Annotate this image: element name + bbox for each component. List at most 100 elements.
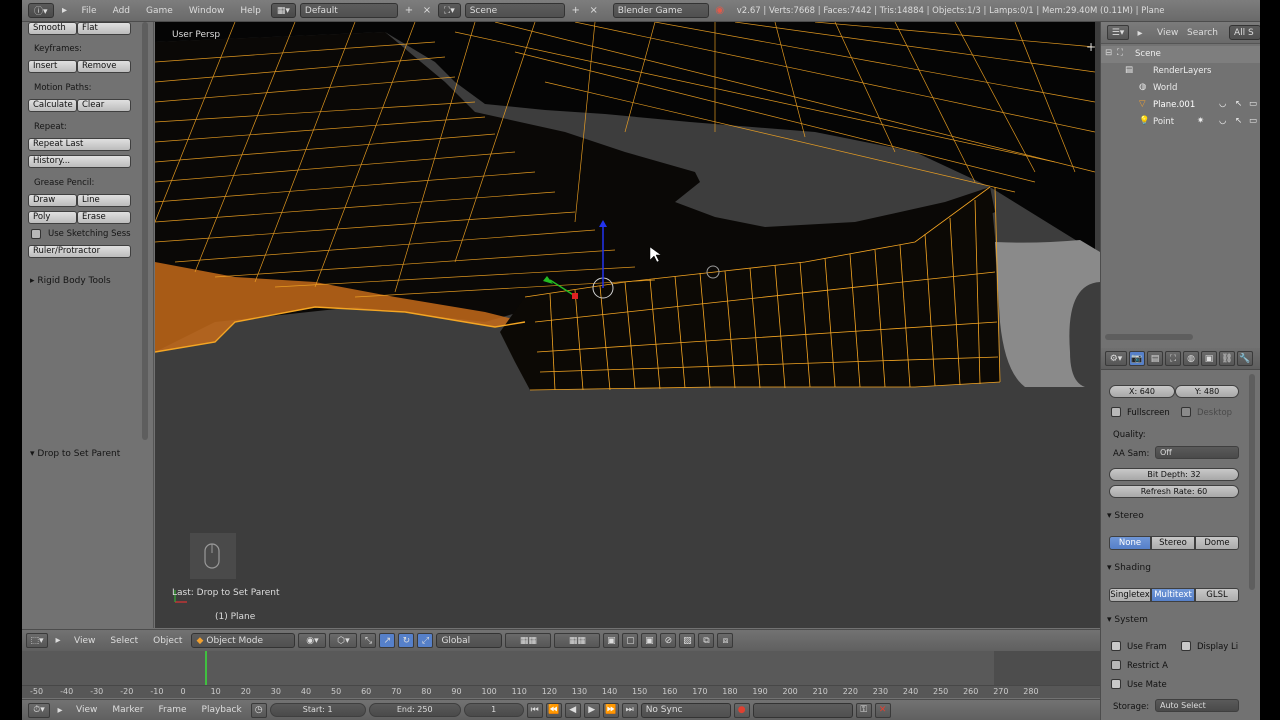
aa-samples-select[interactable]: Off <box>1155 446 1239 459</box>
shading-multitext-button[interactable]: Multitext <box>1151 588 1195 602</box>
prev-key-icon[interactable]: ⏪ <box>545 702 562 718</box>
object-tab-icon[interactable]: ▣ <box>1201 351 1217 366</box>
outliner-item-plane[interactable]: ▽ Plane.001 ◡ ↖ ▭ <box>1101 97 1260 114</box>
constraints-tab-icon[interactable]: ⛓ <box>1219 351 1235 366</box>
ruler-button[interactable]: Ruler/Protractor <box>28 245 131 258</box>
play-reverse-icon[interactable]: ◀ <box>564 702 581 718</box>
manipulator-toggle-icon[interactable]: ⤡ <box>360 633 377 648</box>
restrict-a-checkbox[interactable] <box>1111 660 1121 670</box>
sketching-checkbox[interactable] <box>31 229 41 239</box>
snap-element-icon[interactable]: ▨ <box>679 633 696 648</box>
start-frame-field[interactable]: Start: 1 <box>269 703 366 717</box>
storage-select[interactable]: Auto Select <box>1155 699 1239 712</box>
modifiers-tab-icon[interactable]: 🔧 <box>1237 351 1253 366</box>
collapse-menu-icon[interactable]: ▸ <box>58 4 72 18</box>
editor-type-3dview-icon[interactable]: ⬚▾ <box>26 633 48 648</box>
outliner-hscrollbar[interactable] <box>1105 334 1193 340</box>
resolution-x-field[interactable]: X: 640 <box>1109 385 1175 398</box>
desktop-checkbox[interactable] <box>1181 407 1191 417</box>
keying-icon[interactable]: ⚿ <box>855 702 872 718</box>
render-icon[interactable]: ▢ <box>622 633 639 648</box>
outliner-view-menu[interactable]: View <box>1157 28 1178 38</box>
menu-game[interactable]: Game <box>140 6 179 16</box>
stereo-dome-button[interactable]: Dome <box>1195 536 1239 550</box>
lock-layers-icon[interactable]: ▣ <box>603 633 620 648</box>
render-engine-select[interactable]: Blender Game <box>612 3 709 18</box>
shading-singletex-button[interactable]: Singletex <box>1109 588 1151 602</box>
menu-add[interactable]: Add <box>107 6 136 16</box>
collapse-menu-icon-4[interactable]: ▸ <box>1133 26 1147 40</box>
menu-select[interactable]: Select <box>104 636 144 646</box>
outliner-search-menu[interactable]: Search <box>1187 28 1218 38</box>
orientation-select[interactable]: Global <box>436 633 503 648</box>
clock-icon[interactable]: ◷ <box>250 702 267 718</box>
add-layout-icon[interactable]: + <box>402 4 416 18</box>
poly-button[interactable]: Poly <box>28 211 77 224</box>
stereo-panel-header[interactable]: ▾ Stereo <box>1107 511 1144 521</box>
next-key-icon[interactable]: ⏩ <box>602 702 619 718</box>
snap-icon[interactable]: ⊘ <box>660 633 677 648</box>
sync-select[interactable]: No Sync <box>640 702 731 718</box>
screen-layout-icon[interactable]: ▦▾ <box>270 3 296 18</box>
draw-button[interactable]: Draw <box>28 194 77 207</box>
jump-start-icon[interactable]: ⏮ <box>526 702 543 718</box>
3d-viewport[interactable]: User Persp Last: Drop to Set Parent (1) … <box>155 22 1100 628</box>
smooth-button[interactable]: Smooth <box>28 22 77 35</box>
outliner-item-point[interactable]: 💡 Point ✷ ◡ ↖ ▭ <box>1101 114 1260 131</box>
select-arrow-icon-2[interactable]: ↖ <box>1235 116 1242 126</box>
render-camera-icon[interactable]: ▭ <box>1249 99 1257 109</box>
timeline-frame-menu[interactable]: Frame <box>152 705 192 715</box>
menu-file[interactable]: File <box>76 6 103 16</box>
layout-field[interactable]: Default <box>299 3 398 18</box>
menu-view[interactable]: View <box>68 636 101 646</box>
world-tab-icon[interactable]: ◍ <box>1183 351 1199 366</box>
scene-icon[interactable]: ⛶▾ <box>437 3 461 18</box>
outliner-item-renderlayers[interactable]: ▤ RenderLayers <box>1101 63 1260 80</box>
rotate-manipulator-icon[interactable]: ↻ <box>398 633 415 648</box>
editor-type-outliner-icon[interactable]: ☰▾ <box>1107 25 1129 40</box>
fullscreen-checkbox[interactable] <box>1111 407 1121 417</box>
menu-object[interactable]: Object <box>147 636 188 646</box>
bit-depth-field[interactable]: Bit Depth: 32 <box>1109 468 1239 481</box>
resolution-y-field[interactable]: Y: 480 <box>1175 385 1239 398</box>
layers-left-icon[interactable]: ▦▦ <box>505 633 552 648</box>
outliner-item-scene[interactable]: ⊟ ⛶ Scene <box>1101 46 1260 63</box>
line-button[interactable]: Line <box>77 194 131 207</box>
paste-icon[interactable]: ⧈ <box>717 633 734 648</box>
timeline-marker-menu[interactable]: Marker <box>106 705 149 715</box>
select-arrow-icon[interactable]: ↖ <box>1235 99 1242 109</box>
rigid-body-panel-header[interactable]: ▸ Rigid Body Tools <box>30 276 111 286</box>
copy-icon[interactable]: ⧉ <box>698 633 715 648</box>
collapse-menu-icon-2[interactable]: ▸ <box>51 634 65 648</box>
visibility-eye-icon[interactable]: ◡ <box>1219 99 1226 109</box>
timeline-ruler[interactable]: -50 -40 -30 -20 -10 0 10 20 30 40 50 60 70 80 90 100 110… <box>22 685 1100 698</box>
timeline-view-menu[interactable]: View <box>70 705 103 715</box>
viewport-corner-plus-icon[interactable]: + <box>1086 40 1096 54</box>
translate-manipulator-icon[interactable]: ↗ <box>379 633 396 648</box>
editor-type-properties-icon[interactable]: ⚙▾ <box>1105 351 1127 366</box>
stereo-stereo-button[interactable]: Stereo <box>1151 536 1195 550</box>
calculate-button[interactable]: Calculate <box>28 99 77 112</box>
stereo-none-button[interactable]: None <box>1109 536 1151 550</box>
drop-parent-panel-header[interactable]: ▾ Drop to Set Parent <box>30 449 120 459</box>
editor-type-button[interactable]: ⓘ▾ <box>28 3 54 18</box>
clear-button[interactable]: Clear <box>77 99 131 112</box>
viewport-shading-icon[interactable]: ◉▾ <box>298 633 327 648</box>
remove-layout-icon[interactable]: × <box>420 4 434 18</box>
jump-end-icon[interactable]: ⏭ <box>621 702 638 718</box>
render-anim-icon[interactable]: ▣ <box>641 633 658 648</box>
editor-type-timeline-icon[interactable]: ⏱▾ <box>28 702 50 718</box>
keying-set-field[interactable] <box>752 702 853 718</box>
expand-scene-icon[interactable]: ⊟ <box>1105 48 1112 58</box>
remove-keyframe-button[interactable]: Remove <box>77 60 131 73</box>
history-button[interactable]: History... <box>28 155 131 168</box>
play-icon[interactable]: ▶ <box>583 702 600 718</box>
system-panel-header[interactable]: ▾ System <box>1107 615 1148 625</box>
render-tab-icon[interactable]: 📷 <box>1129 351 1145 366</box>
scale-manipulator-icon[interactable]: ⤢ <box>417 633 434 648</box>
scene-tab-icon[interactable]: ⛶ <box>1165 351 1181 366</box>
timeline[interactable]: -50 -40 -30 -20 -10 0 10 20 30 40 50 60 70 80 90 100 110… <box>22 651 1100 698</box>
add-scene-icon[interactable]: + <box>569 4 583 18</box>
outliner-display-select[interactable]: All S <box>1229 25 1260 40</box>
menu-window[interactable]: Window <box>183 6 231 16</box>
